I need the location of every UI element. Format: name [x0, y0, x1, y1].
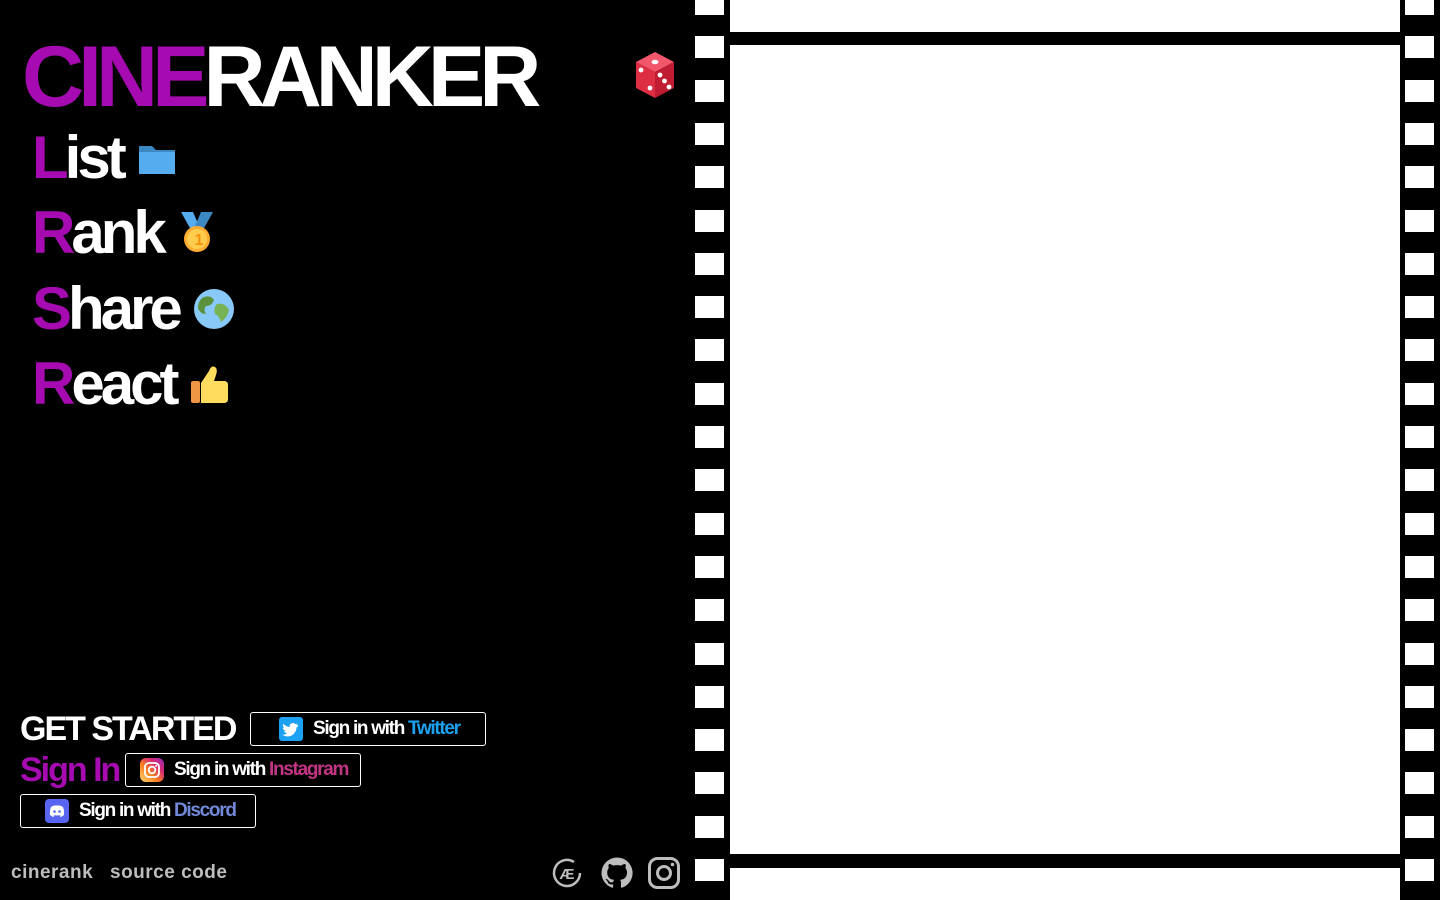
- feature-rank: Rank 1: [32, 203, 217, 263]
- sprocket-hole: [1405, 469, 1434, 492]
- sign-in-heading: Sign In: [20, 751, 121, 789]
- sprocket-hole: [1405, 296, 1434, 319]
- film-frame-top: [730, 0, 1400, 32]
- sprocket-hole: [1405, 426, 1434, 448]
- sign-in-twitter-button[interactable]: Sign in with Twitter: [250, 712, 486, 746]
- sprocket-hole: [1405, 599, 1434, 622]
- ae-logo-icon[interactable]: Æ: [550, 856, 584, 890]
- sprocket-hole: [1405, 685, 1434, 708]
- feature-initial: L: [32, 124, 69, 191]
- svg-text:Æ: Æ: [560, 866, 575, 883]
- get-started-heading: GET STARTED: [20, 710, 237, 748]
- source-code-link[interactable]: source code: [110, 862, 227, 884]
- filmstrip-panel: [695, 0, 1440, 900]
- feature-label: ank: [71, 199, 166, 266]
- sprocket-hole: [695, 772, 724, 795]
- sprocket-hole: [695, 599, 724, 622]
- sprocket-hole: [695, 166, 724, 189]
- sprocket-hole: [695, 36, 724, 59]
- film-frame-main: [730, 45, 1400, 854]
- sprocket-hole: [1405, 642, 1434, 665]
- sprocket-hole: [1405, 79, 1434, 102]
- sprocket-hole: [695, 685, 724, 708]
- feature-share: Share: [32, 279, 235, 339]
- sprocket-hole: [695, 859, 724, 881]
- sprocket-hole: [1405, 772, 1434, 795]
- sprocket-hole: [695, 512, 724, 535]
- globe-icon: [193, 289, 234, 329]
- feature-initial: S: [32, 275, 72, 342]
- sprocket-hole: [1405, 512, 1434, 535]
- sprocket-hole: [695, 815, 724, 838]
- medal-icon: 1: [180, 212, 213, 252]
- feature-label: eact: [71, 350, 179, 417]
- folder-icon: [138, 146, 175, 174]
- button-provider: Twitter: [407, 718, 461, 739]
- sprocket-hole: [695, 252, 724, 275]
- sprocket-hole: [1405, 859, 1434, 881]
- feature-initial: R: [32, 199, 75, 266]
- button-prefix: Sign in with: [313, 718, 405, 739]
- twitter-icon: [279, 717, 303, 741]
- sprocket-hole: [1405, 339, 1434, 362]
- sprocket-hole: [1405, 815, 1434, 838]
- feature-label: hare: [68, 275, 183, 342]
- discord-icon: [45, 799, 69, 823]
- sprocket-hole: [1405, 382, 1434, 405]
- sprocket-hole: [695, 382, 724, 405]
- button-provider: Discord: [173, 800, 237, 821]
- button-prefix: Sign in with: [79, 800, 171, 821]
- sprocket-hole: [695, 0, 724, 15]
- sprocket-hole: [1405, 0, 1434, 15]
- sprocket-hole: [1405, 555, 1434, 578]
- feature-list: List: [32, 128, 177, 188]
- sign-in-discord-button[interactable]: Sign in with Discord: [20, 794, 256, 828]
- sprocket-hole: [695, 729, 724, 752]
- github-icon[interactable]: [600, 856, 634, 890]
- button-provider: Instagram: [268, 759, 349, 780]
- sprocket-hole: [695, 642, 724, 665]
- sprocket-hole: [1405, 209, 1434, 232]
- sprocket-hole: [1405, 166, 1434, 189]
- sprocket-hole: [695, 555, 724, 578]
- sprocket-hole: [695, 122, 724, 145]
- instagram-icon[interactable]: [647, 856, 681, 890]
- app-logo[interactable]: CINERANKER: [22, 34, 541, 120]
- left-panel: CINERANKER List Rank 1 Share React GET S…: [0, 0, 695, 900]
- button-prefix: Sign in with: [174, 759, 266, 780]
- logo-part-ranker: RANKER: [203, 29, 541, 125]
- feature-label: ist: [64, 124, 127, 191]
- sprocket-hole: [1405, 36, 1434, 59]
- feature-react: React: [32, 354, 229, 414]
- instagram-icon: [140, 758, 164, 782]
- sprocket-hole: [1405, 252, 1434, 275]
- sprocket-hole: [695, 296, 724, 319]
- logo-part-cine: CINE: [22, 29, 209, 125]
- sign-in-instagram-button[interactable]: Sign in with Instagram: [125, 753, 361, 787]
- sprocket-hole: [695, 469, 724, 492]
- sprocket-hole: [695, 209, 724, 232]
- sprocket-hole: [695, 426, 724, 448]
- sprocket-hole: [695, 79, 724, 102]
- film-frame-bottom: [730, 868, 1400, 900]
- sprocket-hole: [1405, 729, 1434, 752]
- sprocket-hole: [1405, 122, 1434, 145]
- dice-icon[interactable]: [634, 50, 676, 100]
- cinerank-link[interactable]: cinerank: [11, 862, 93, 884]
- thumbs-up-icon: [191, 366, 229, 403]
- sprocket-hole: [695, 339, 724, 362]
- feature-initial: R: [32, 350, 75, 417]
